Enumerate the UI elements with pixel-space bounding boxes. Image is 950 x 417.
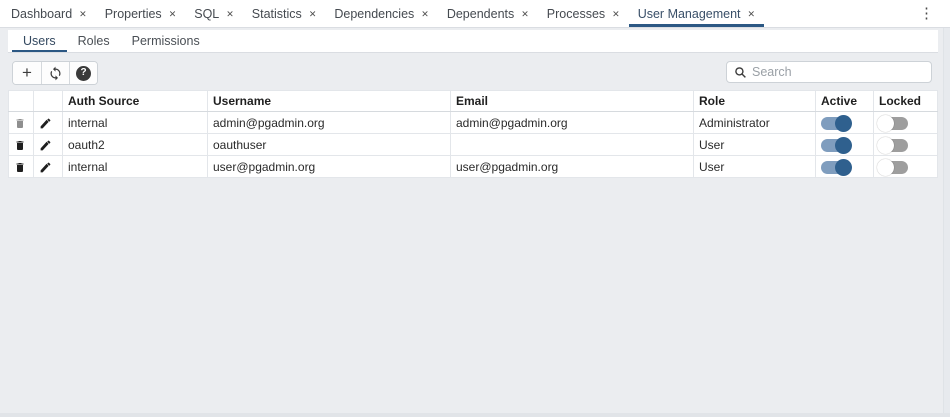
cell-username[interactable]: admin@pgadmin.org — [208, 112, 451, 134]
tab-user-management[interactable]: User Management ✕ — [629, 0, 764, 27]
help-button[interactable]: ? — [69, 62, 97, 84]
cell-email[interactable] — [451, 134, 694, 156]
search-icon — [734, 66, 747, 79]
tab-roles[interactable]: Roles — [67, 30, 121, 52]
tab-dependencies[interactable]: Dependencies ✕ — [325, 0, 437, 27]
toolbar-button-group: + ? — [12, 61, 98, 85]
column-header-auth-source: Auth Source — [63, 91, 208, 112]
close-icon[interactable]: ✕ — [421, 9, 429, 19]
locked-toggle[interactable] — [879, 161, 908, 174]
tab-label: Dashboard — [11, 7, 72, 21]
cell-email[interactable]: user@pgadmin.org — [451, 156, 694, 178]
edit-row-button[interactable] — [39, 139, 52, 152]
pencil-icon — [39, 117, 52, 130]
column-header-role: Role — [694, 91, 816, 112]
cell-auth-source[interactable]: internal — [63, 112, 208, 134]
table-row: oauth2 oauthuser User — [9, 134, 938, 156]
pencil-icon — [39, 139, 52, 152]
trash-icon — [14, 139, 26, 152]
close-icon[interactable]: ✕ — [169, 9, 177, 19]
search-input[interactable] — [752, 65, 931, 79]
locked-toggle[interactable] — [879, 139, 908, 152]
search-box[interactable] — [726, 61, 932, 83]
active-toggle[interactable] — [821, 161, 850, 174]
toggle-knob — [835, 137, 852, 154]
refresh-icon — [48, 66, 63, 81]
edit-row-button[interactable] — [39, 117, 52, 130]
trash-icon — [14, 161, 26, 174]
cell-username[interactable]: oauthuser — [208, 134, 451, 156]
close-icon[interactable]: ✕ — [748, 9, 756, 19]
plus-icon: + — [22, 64, 32, 81]
tab-processes[interactable]: Processes ✕ — [538, 0, 629, 27]
cell-auth-source[interactable]: internal — [63, 156, 208, 178]
column-header-edit — [34, 91, 63, 112]
column-header-active: Active — [816, 91, 874, 112]
tab-label: Dependents — [447, 7, 514, 21]
cell-username[interactable]: user@pgadmin.org — [208, 156, 451, 178]
close-icon[interactable]: ✕ — [309, 9, 317, 19]
column-header-locked: Locked — [874, 91, 938, 112]
tab-sql[interactable]: SQL ✕ — [185, 0, 243, 27]
main-tab-bar: Dashboard ✕ Properties ✕ SQL ✕ Statistic… — [0, 0, 950, 28]
trash-icon — [14, 117, 26, 130]
tab-label: Permissions — [132, 34, 200, 48]
tab-label: SQL — [194, 7, 219, 21]
delete-row-button[interactable] — [14, 139, 26, 152]
refresh-button[interactable] — [41, 62, 69, 84]
delete-row-button[interactable] — [14, 117, 26, 130]
cell-email[interactable]: admin@pgadmin.org — [451, 112, 694, 134]
kebab-menu-icon[interactable]: ⋮ — [919, 4, 934, 24]
help-icon: ? — [76, 66, 91, 81]
delete-row-button[interactable] — [14, 161, 26, 174]
users-table: Auth Source Username Email Role Active L… — [8, 90, 938, 178]
tab-label: User Management — [638, 7, 741, 21]
table-row: internal user@pgadmin.org user@pgadmin.o… — [9, 156, 938, 178]
active-toggle[interactable] — [821, 139, 850, 152]
toggle-knob — [877, 137, 894, 154]
column-header-email: Email — [451, 91, 694, 112]
tab-permissions[interactable]: Permissions — [121, 30, 211, 52]
cell-auth-source[interactable]: oauth2 — [63, 134, 208, 156]
locked-toggle[interactable] — [879, 117, 908, 130]
pencil-icon — [39, 161, 52, 174]
tab-dashboard[interactable]: Dashboard ✕ — [2, 0, 96, 27]
toggle-knob — [877, 159, 894, 176]
table-header-row: Auth Source Username Email Role Active L… — [9, 91, 938, 112]
close-icon[interactable]: ✕ — [521, 9, 529, 19]
cell-role[interactable]: User — [694, 134, 816, 156]
edit-row-button[interactable] — [39, 161, 52, 174]
tab-label: Properties — [105, 7, 162, 21]
horizontal-scrollbar-track[interactable] — [0, 413, 950, 417]
tab-label: Roles — [78, 34, 110, 48]
toggle-knob — [835, 159, 852, 176]
tab-dependents[interactable]: Dependents ✕ — [438, 0, 538, 27]
tab-label: Statistics — [252, 7, 302, 21]
active-toggle[interactable] — [821, 117, 850, 130]
cell-role[interactable]: User — [694, 156, 816, 178]
add-user-button[interactable]: + — [13, 62, 41, 84]
vertical-scrollbar-track[interactable] — [943, 28, 950, 413]
tab-label: Dependencies — [334, 7, 414, 21]
toggle-knob — [877, 115, 894, 132]
column-header-delete — [9, 91, 34, 112]
tab-properties[interactable]: Properties ✕ — [96, 0, 186, 27]
table-row: internal admin@pgadmin.org admin@pgadmin… — [9, 112, 938, 134]
close-icon[interactable]: ✕ — [79, 9, 87, 19]
tab-statistics[interactable]: Statistics ✕ — [243, 0, 326, 27]
column-header-username: Username — [208, 91, 451, 112]
toggle-knob — [835, 115, 852, 132]
close-icon[interactable]: ✕ — [226, 9, 234, 19]
sub-tab-bar: Users Roles Permissions — [8, 30, 938, 53]
close-icon[interactable]: ✕ — [612, 9, 620, 19]
tab-label: Processes — [547, 7, 605, 21]
tab-label: Users — [23, 34, 56, 48]
cell-role[interactable]: Administrator — [694, 112, 816, 134]
tab-users[interactable]: Users — [12, 30, 67, 52]
